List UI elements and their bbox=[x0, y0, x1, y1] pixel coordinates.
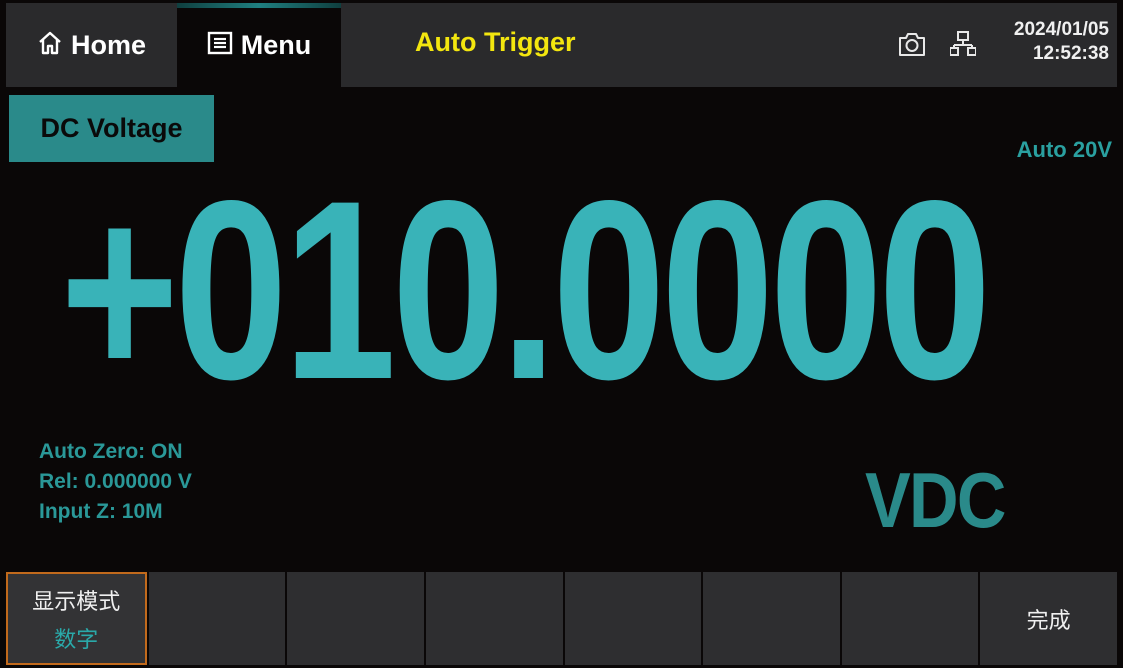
input-z-status: Input Z: 10M bbox=[39, 500, 163, 523]
home-tab[interactable]: Home bbox=[6, 3, 177, 87]
softkey-value: 数字 bbox=[54, 627, 99, 653]
menu-tab-label: Menu bbox=[240, 29, 312, 60]
datetime: 2024/01/05 12:52:38 bbox=[1014, 18, 1109, 66]
time-text: 12:52:38 bbox=[1032, 43, 1109, 64]
network-icon bbox=[949, 30, 977, 63]
softkey-display-mode[interactable]: 显示模式 数字 bbox=[6, 572, 147, 665]
softkey-bar: 显示模式 数字 完成 bbox=[6, 572, 1117, 665]
camera-icon[interactable] bbox=[897, 30, 927, 63]
range-indicator: Auto 20V bbox=[1016, 137, 1112, 162]
status-info: Auto Zero: ON Rel: 0.000000 V Input Z: 1… bbox=[39, 437, 192, 527]
date-text: 2024/01/05 bbox=[1013, 19, 1109, 40]
softkey-2[interactable] bbox=[148, 572, 286, 665]
home-tab-label: Home bbox=[70, 29, 146, 60]
softkey-4[interactable] bbox=[425, 572, 563, 665]
softkey-3[interactable] bbox=[287, 572, 424, 665]
rel-status: Rel: 0.000000 V bbox=[39, 470, 192, 493]
softkey-6[interactable] bbox=[703, 572, 840, 665]
menu-tab[interactable]: Menu bbox=[177, 3, 341, 87]
softkey-5[interactable] bbox=[564, 572, 702, 665]
main-reading: +010.0000 bbox=[60, 148, 992, 433]
unit-label: VDC bbox=[865, 456, 1006, 544]
softkey-done[interactable]: 完成 bbox=[980, 572, 1117, 665]
trigger-status[interactable]: Auto Trigger bbox=[415, 27, 576, 58]
menu-icon bbox=[207, 30, 233, 61]
softkey-done-label: 完成 bbox=[1026, 608, 1071, 634]
home-icon bbox=[37, 30, 63, 61]
softkey-label: 显示模式 bbox=[32, 589, 121, 615]
softkey-7[interactable] bbox=[841, 572, 979, 665]
auto-zero-status: Auto Zero: ON bbox=[39, 440, 183, 463]
